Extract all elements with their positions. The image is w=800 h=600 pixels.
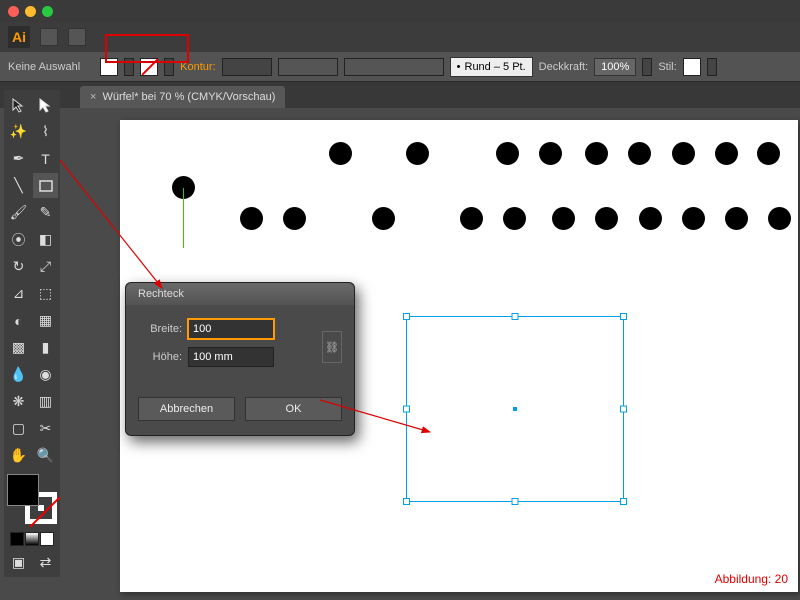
style-swatch[interactable] [683,58,701,76]
close-tab-icon[interactable]: × [90,91,96,103]
dice-dot [757,142,780,165]
color-mode-none[interactable] [40,532,54,546]
figure-caption: Abbildung: 20 [715,572,788,586]
document-tabstrip: × Würfel* bei 70 % (CMYK/Vorschau) [0,82,800,108]
brush-tool[interactable]: 🖌 [6,200,31,225]
rectangle-tool[interactable] [33,173,58,198]
color-mode-gradient[interactable] [25,532,39,546]
dice-dot [628,142,651,165]
gradient-tool[interactable]: ▮ [33,335,58,360]
screen-mode-normal[interactable]: ▣ [6,550,31,575]
dialog-title: Rechteck [126,283,354,305]
eraser-tool[interactable]: ◧ [33,227,58,252]
dice-dot [406,142,429,165]
style-dropdown[interactable] [707,58,717,76]
fill-swatch[interactable] [100,58,118,76]
fill-color-icon[interactable] [7,474,39,506]
opacity-input[interactable]: 100% [594,58,636,76]
app-menubar: Ai [0,22,800,52]
document-tab[interactable]: × Würfel* bei 70 % (CMYK/Vorschau) [80,86,285,108]
dice-dot [496,142,519,165]
dice-dot [539,142,562,165]
dice-dot [672,142,695,165]
selection-bounding-box[interactable] [406,316,624,502]
window-titlebar [0,0,800,22]
kontur-label: Kontur: [180,61,215,73]
traffic-lights [8,6,53,17]
stroke-weight-input[interactable] [222,58,272,76]
segment-tool[interactable]: ╲ [6,173,31,198]
dice-dot [503,207,526,230]
height-label: Höhe: [138,351,182,363]
blob-brush-tool[interactable]: ⦿ [6,227,31,252]
stroke-swatch[interactable] [140,58,158,76]
color-mode-color[interactable] [10,532,24,546]
dice-dot [725,207,748,230]
pencil-tool[interactable]: ✎ [33,200,58,225]
link-dimensions-icon[interactable]: ⛓ [322,331,342,363]
shape-builder-tool[interactable]: ◐ [6,308,31,333]
rotate-tool[interactable]: ↻ [6,254,31,279]
rectangle-dialog: Rechteck Breite: Höhe: ⛓ Abbrechen OK [125,282,355,436]
dice-dot [372,207,395,230]
dice-dot [595,207,618,230]
brush-name-dropdown[interactable]: • Rund – 5 Pt. [450,57,533,77]
width-label: Breite: [138,323,182,335]
tools-panel: ✨ ⌇ ✒ T ╲ 🖌 ✎ ⦿ ◧ ↻ ⤢ ⊿ ⬚ ◐ ▦ ▩ ▮ 💧 ◉ ❋ … [4,90,60,577]
fill-dropdown[interactable] [124,58,134,76]
bridge-icon[interactable] [40,28,58,46]
dice-dot [283,207,306,230]
height-input[interactable] [188,347,274,367]
maximize-window-button[interactable] [42,6,53,17]
graph-tool[interactable]: ▥ [33,389,58,414]
direct-selection-tool[interactable] [33,92,58,117]
close-window-button[interactable] [8,6,19,17]
screen-mode-toggle[interactable]: ⇄ [33,550,58,575]
width-tool[interactable]: ⊿ [6,281,31,306]
scale-tool[interactable]: ⤢ [33,254,58,279]
perspective-tool[interactable]: ▦ [33,308,58,333]
pen-tool[interactable]: ✒ [6,146,31,171]
dice-dot [639,207,662,230]
ok-button[interactable]: OK [245,397,342,421]
dice-dot [585,142,608,165]
dice-dot [682,207,705,230]
artboard-tool[interactable]: ▢ [6,416,31,441]
document-tab-label: Würfel* bei 70 % (CMYK/Vorschau) [102,91,275,103]
color-mode-row [6,530,58,548]
minimize-window-button[interactable] [25,6,36,17]
type-tool[interactable]: T [33,146,58,171]
fill-stroke-indicator[interactable] [7,474,57,524]
slice-tool[interactable]: ✂ [33,416,58,441]
dice-dot [552,207,575,230]
brush-definition-dropdown[interactable] [344,58,444,76]
dice-dot [768,207,791,230]
blend-tool[interactable]: ◉ [33,362,58,387]
mesh-tool[interactable]: ▩ [6,335,31,360]
zoom-tool[interactable]: 🔍 [33,443,58,468]
stroke-dropdown[interactable] [164,58,174,76]
dice-dot [240,207,263,230]
control-bar: Keine Auswahl Kontur: • Rund – 5 Pt. Dec… [0,52,800,82]
style-label: Stil: [658,61,676,73]
opacity-dropdown[interactable] [642,58,652,76]
stroke-profile-dropdown[interactable] [278,58,338,76]
magic-wand-tool[interactable]: ✨ [6,119,31,144]
eyedropper-tool[interactable]: 💧 [6,362,31,387]
width-input[interactable] [188,319,274,339]
cancel-button[interactable]: Abbrechen [138,397,235,421]
layout-icon[interactable] [68,28,86,46]
dice-dot [329,142,352,165]
dice-dot [460,207,483,230]
hand-tool[interactable]: ✋ [6,443,31,468]
opacity-label: Deckkraft: [539,61,589,73]
smart-guide [183,188,184,248]
symbol-sprayer-tool[interactable]: ❋ [6,389,31,414]
lasso-tool[interactable]: ⌇ [33,119,58,144]
selection-status: Keine Auswahl [8,61,80,73]
selection-tool[interactable] [6,92,31,117]
app-logo: Ai [8,26,30,48]
dice-dot [715,142,738,165]
free-transform-tool[interactable]: ⬚ [33,281,58,306]
